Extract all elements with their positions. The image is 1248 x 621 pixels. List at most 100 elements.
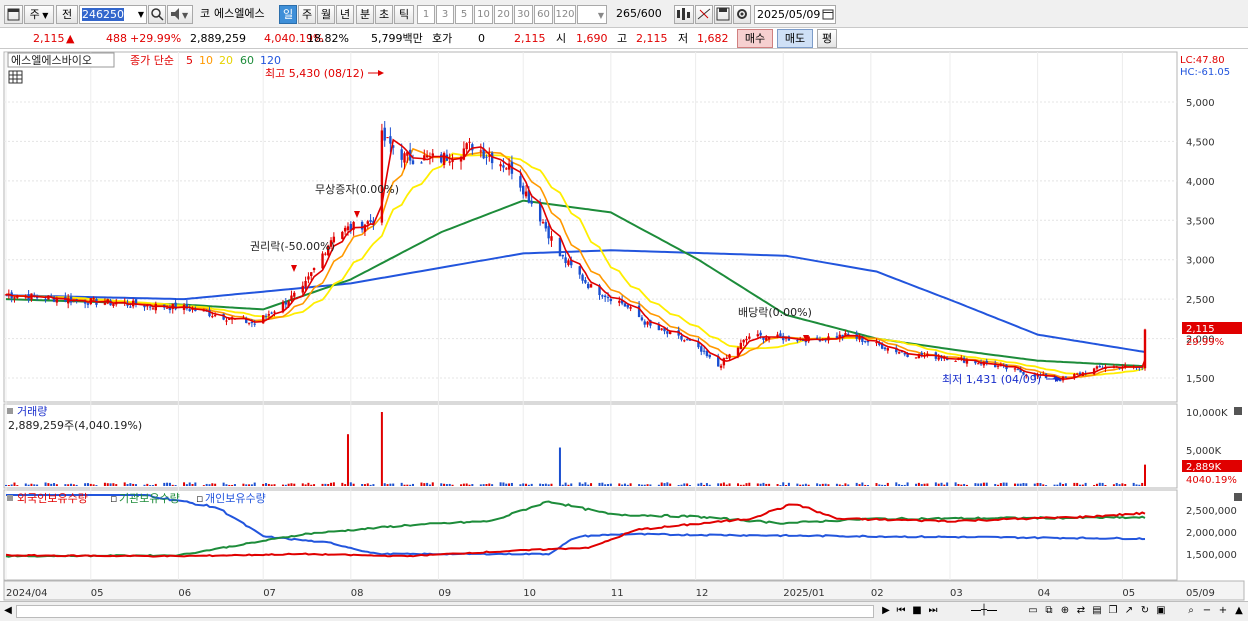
scroll-left-icon[interactable]: ◀ [2, 604, 14, 619]
candle-body [897, 352, 901, 354]
split-icon[interactable]: ⧉ [1042, 604, 1056, 619]
candle-body [745, 338, 748, 341]
image-icon[interactable]: ▣ [1154, 604, 1168, 619]
stop-icon[interactable]: ■ [910, 604, 924, 619]
stock-name[interactable]: 에스엘에스 [214, 5, 278, 24]
volume-bar [349, 482, 352, 486]
period-week[interactable]: 주 [298, 5, 316, 24]
holding-title-individual: 개인보유수량 [205, 492, 266, 505]
interval-5[interactable]: 5 [455, 5, 473, 24]
holding-close-icon[interactable] [1234, 493, 1242, 501]
candle-body [1075, 373, 1079, 375]
x-axis-label: 12 [696, 588, 709, 599]
interval-10[interactable]: 10 [474, 5, 493, 24]
candle-body [725, 357, 728, 359]
buy-button[interactable]: 매수 [737, 29, 773, 48]
volume-bar [1115, 482, 1118, 486]
sell-button[interactable]: 매도 [777, 29, 813, 48]
no-draw-icon[interactable] [695, 5, 713, 24]
save-icon[interactable] [714, 5, 732, 24]
legend-ma10: 10 [199, 54, 213, 67]
date-input[interactable]: 2025/05/09 [754, 5, 836, 24]
volume-bar [460, 484, 463, 486]
export-icon[interactable]: ↗ [1122, 604, 1136, 619]
period-year[interactable]: 년 [336, 5, 354, 24]
window-layout-icon[interactable]: ▭ [1026, 604, 1040, 619]
magnifier-icon[interactable]: ⌕ [1184, 604, 1198, 619]
volume-bar [934, 482, 937, 486]
candle-body [270, 312, 273, 314]
chart-mode-icon[interactable] [674, 5, 694, 24]
volume-bar [273, 484, 276, 486]
candle-body [567, 260, 570, 265]
copy-icon[interactable]: ❐ [1106, 604, 1120, 619]
volume-bar [1078, 484, 1081, 486]
candle-body [589, 284, 593, 288]
candle-body [44, 298, 47, 300]
candle-body [400, 149, 403, 160]
volume-bar [796, 483, 799, 486]
first-page-icon[interactable]: ⏮ [894, 604, 908, 619]
market-type-label: 주 [29, 8, 40, 21]
scroll-end-icon[interactable]: ▲ [1232, 604, 1246, 619]
last-pct-label: 29.99% [1186, 337, 1224, 348]
candle-body [550, 236, 553, 241]
crosshair-icon[interactable]: ⊕ [1058, 604, 1072, 619]
interval-1[interactable]: 1 [417, 5, 435, 24]
volume-close-icon[interactable] [1234, 407, 1242, 415]
compare-icon[interactable]: ⇄ [1074, 604, 1088, 619]
volume-bar [519, 484, 522, 486]
period-tick[interactable]: 틱 [394, 5, 414, 24]
search-icon[interactable] [148, 5, 166, 24]
candle-body [914, 357, 918, 359]
volume-bar [895, 482, 898, 486]
stock-chart[interactable]: 5,0004,5004,0003,5003,0002,5002,0001,500… [0, 50, 1248, 601]
scroll-right-icon[interactable]: ▶ [880, 604, 892, 619]
zoom-in-icon[interactable]: + [1216, 604, 1230, 619]
volume-bar [688, 485, 691, 486]
print-icon[interactable]: ▤ [1090, 604, 1104, 619]
candle-body [965, 360, 969, 364]
last-page-icon[interactable]: ⏭ [926, 604, 940, 619]
interval-30[interactable]: 30 [514, 5, 533, 24]
volume-bar [321, 483, 324, 486]
calendar-icon[interactable] [822, 8, 834, 23]
price-panel[interactable] [3, 51, 1178, 403]
eval-button[interactable]: 평 [817, 29, 837, 48]
interval-120[interactable]: 120 [554, 5, 576, 24]
volume-bar [103, 482, 106, 486]
candle-body [719, 365, 723, 368]
price-tick-label: 4,500 [1186, 137, 1215, 148]
period-day[interactable]: 일 [279, 5, 297, 24]
period-month[interactable]: 월 [317, 5, 335, 24]
volume-panel[interactable] [3, 403, 1178, 489]
stock-code-input[interactable]: 246250 ▼ [79, 5, 147, 24]
candle-body [1016, 369, 1020, 371]
scroll-track[interactable] [16, 605, 874, 618]
zoom-slider-icon[interactable]: ⎯⎯┼⎯⎯ [946, 604, 1022, 619]
bar-count-input[interactable]: 265/600 [612, 5, 666, 24]
window-menu-icon[interactable] [4, 5, 23, 24]
volume-bar [253, 482, 256, 486]
data-table-icon[interactable] [8, 70, 23, 84]
settings-icon[interactable] [733, 5, 751, 24]
zoom-out-icon[interactable]: − [1200, 604, 1214, 619]
interval-3[interactable]: 3 [436, 5, 454, 24]
volume-bar [917, 482, 920, 486]
trade-amount: 5,799백만 [371, 32, 423, 45]
candle-body [301, 285, 304, 293]
prev-button[interactable]: 전 [56, 5, 78, 24]
interval-60[interactable]: 60 [534, 5, 553, 24]
interval-20[interactable]: 20 [494, 5, 513, 24]
volume-bar [623, 483, 626, 486]
market-type-select[interactable]: 주 ▼ [24, 5, 54, 24]
refresh-icon[interactable]: ↻ [1138, 604, 1152, 619]
chevron-down-icon: ▼ [39, 11, 49, 20]
period-second[interactable]: 초 [375, 5, 393, 24]
candle-body [341, 231, 344, 239]
period-minute[interactable]: 분 [356, 5, 374, 24]
chevron-down-icon[interactable]: ▼ [138, 6, 144, 23]
interval-custom-select[interactable]: ▼ [577, 5, 607, 24]
sound-icon[interactable]: ▼ [167, 5, 193, 24]
candle-body [369, 220, 372, 222]
